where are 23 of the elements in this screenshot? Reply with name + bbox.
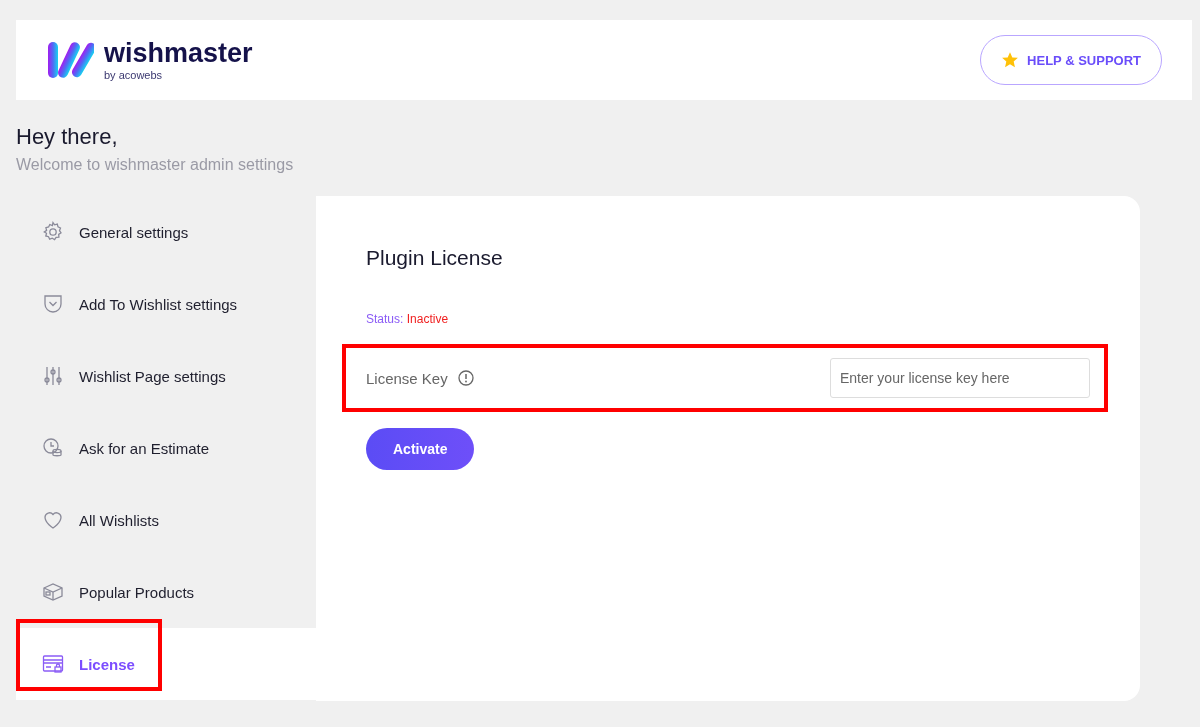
field-label: License Key [366,369,448,387]
logo-icon [46,41,94,79]
sidebar-item[interactable]: Wishlist Page settings [16,340,316,412]
pocket-icon [41,292,65,316]
help-support-button[interactable]: HELP & SUPPORT [980,35,1162,85]
sidebar-item[interactable]: General settings [16,196,316,268]
sidebar-item[interactable]: Ask for an Estimate [16,412,316,484]
sliders-icon [41,364,65,388]
sidebar-item[interactable]: All Wishlists [16,484,316,556]
star-icon [1001,51,1020,69]
logo-byline: by acowebs [104,68,164,81]
section-title: Plugin License [366,246,504,270]
license-key-field[interactable]: Enter your license key here [830,358,1090,398]
sidebar-item[interactable]: Add To Wishlist settings [16,268,316,340]
sidebar-item[interactable]: Popular Products [16,556,316,628]
greeting-subtitle: Welcome to wishmaster admin settings [16,156,295,174]
card-lock-icon [41,652,65,676]
greeting-title: Hey there, [16,124,119,150]
status-text: Status: Inactive [366,312,450,326]
logo-name: wishmaster [104,39,253,67]
info-icon [457,370,474,386]
sidebar-item[interactable]: License [16,628,316,700]
activate-button[interactable]: Activate [366,428,475,470]
